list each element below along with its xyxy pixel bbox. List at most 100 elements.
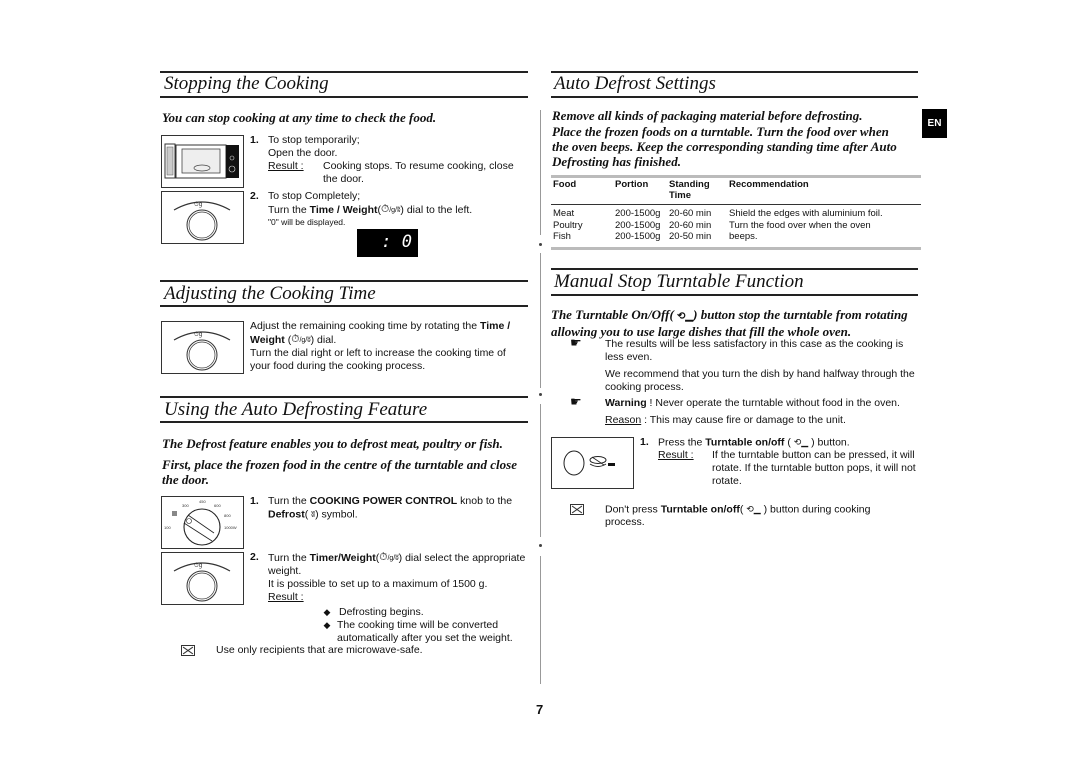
- divider-dot: [539, 393, 542, 396]
- microwave-icon: [164, 143, 239, 179]
- reason-text: : This may cause fire or damage to the u…: [641, 414, 846, 426]
- turntable-button-image: [551, 437, 634, 489]
- bullet-text: We recommend that you turn the dish by h…: [605, 368, 915, 393]
- cell: Poultry: [553, 219, 583, 231]
- reason-label: Reason: [605, 414, 642, 426]
- divider-dot: [539, 544, 542, 547]
- manual-stop-step-1: 1. Press the Turntable on/off ( ⟲▁ ) butt…: [640, 436, 916, 488]
- section-title-adjusting: Adjusting the Cooking Time: [164, 283, 376, 304]
- stopping-step-1: 1. To stop temporarily; Open the door. Re…: [250, 134, 530, 186]
- timer-weight-icon: ⏱/g/ʬ: [291, 333, 311, 345]
- step-text: Turn the: [268, 495, 310, 507]
- stopping-step-2: 2. To stop Completely; Turn the Time / We…: [250, 190, 530, 228]
- section-title-manual-stop: Manual Stop Turntable Function: [554, 271, 804, 292]
- cell: 20-60 min: [669, 219, 712, 231]
- step-text: ) dial to the left.: [400, 203, 473, 216]
- timer-weight-icon: ⏱/g/ʬ: [379, 551, 399, 563]
- manual-stop-intro: The Turntable On/Off( ⟲▁) button stop th…: [551, 307, 919, 339]
- defrost-label: Defrost: [268, 508, 305, 521]
- display-value: : 0: [381, 232, 412, 252]
- section-title-stopping: Stopping the Cooking: [164, 73, 329, 94]
- result-text: Cooking stops. To resume cooking, close …: [323, 160, 514, 185]
- digital-display: : 0: [357, 229, 418, 257]
- step-text: ) symbol.: [315, 508, 358, 521]
- step-text: To stop temporarily;: [268, 134, 360, 146]
- defrost-settings-intro-2: Place the frozen foods on a turntable. T…: [552, 124, 897, 169]
- time-weight-dial-image: ⏱g: [161, 321, 244, 374]
- adjusting-text: Adjust the remaining cooking time by rot…: [250, 320, 528, 373]
- result-bullet: ◆ Defrosting begins.: [250, 606, 532, 619]
- power-knob-icon: 100 300 450 600 800 1000W: [164, 499, 237, 546]
- control-name: Time / Weight: [309, 203, 378, 216]
- svg-text:450: 450: [199, 499, 206, 504]
- diamond-bullet-icon: ◆: [323, 620, 331, 630]
- bullet-text: The cooking time will be converted autom…: [337, 619, 513, 644]
- manual-stop-bullet-1: The results will be less satisfactory in…: [605, 338, 917, 394]
- auto-defrost-note: Use only recipients that are microwave-s…: [216, 644, 423, 656]
- defrost-settings-intro-1: Remove all kinds of packaging material b…: [552, 108, 863, 123]
- step-text: It is possible to set up to a maximum of…: [268, 578, 488, 590]
- step-text: ) button.: [811, 436, 850, 449]
- result-label: Result :: [658, 449, 694, 462]
- section-rule-bottom: [160, 421, 528, 423]
- cell: 20-50 min: [669, 231, 712, 242]
- bullet-text: ! Never operate the turntable without fo…: [646, 397, 900, 409]
- step-text: Turn the: [268, 203, 310, 216]
- turntable-button-icon: [563, 450, 615, 476]
- table-header-row: Food Portion Standing Time Recommendatio…: [551, 176, 921, 205]
- note-icon: [570, 504, 584, 515]
- cell: Fish: [553, 231, 571, 242]
- svg-text:⏱g: ⏱g: [194, 201, 203, 208]
- cell: 200-1500g: [615, 219, 661, 231]
- step-text: To stop Completely;: [268, 190, 361, 202]
- result-bullet: ◆ The cooking time will be converted auto…: [250, 619, 532, 645]
- control-name: Turntable on/off: [705, 436, 785, 449]
- result-text: If the turntable button can be pressed, …: [712, 449, 916, 488]
- step-number: 1.: [250, 495, 259, 507]
- microwave-open-door-image: [161, 135, 244, 188]
- bullet-text: Defrosting begins.: [339, 606, 424, 618]
- column-divider: [540, 556, 541, 684]
- table-row: Fish 200-1500g 20-50 min beeps.: [551, 231, 921, 248]
- turntable-icon: ⟲▁: [793, 437, 809, 447]
- svg-text:100: 100: [164, 525, 171, 530]
- cell: 200-1500g: [615, 231, 661, 242]
- svg-text:⏱g: ⏱g: [194, 562, 203, 569]
- language-tab-en: EN: [922, 109, 947, 138]
- pointing-hand-icon: ☛: [570, 335, 582, 350]
- step-text: Turn the: [268, 551, 310, 564]
- note-text: Don't press: [605, 503, 661, 516]
- svg-text:⏱g: ⏱g: [194, 331, 203, 338]
- svg-text:600: 600: [214, 503, 221, 508]
- step-number: 2.: [250, 551, 259, 563]
- cell: Turn the food over when the oven: [729, 219, 871, 231]
- step-text: knob to the: [457, 495, 513, 507]
- result-label: Result :: [268, 591, 304, 603]
- warning-label: Warning: [605, 397, 647, 409]
- dial-icon: ⏱g: [173, 331, 231, 371]
- step-number: 1.: [250, 134, 259, 146]
- svg-text:1000W: 1000W: [224, 525, 237, 530]
- cell: 20-60 min: [669, 208, 712, 219]
- section-rule-bottom: [160, 96, 528, 98]
- column-header: Portion: [615, 179, 649, 190]
- column-header: Food: [553, 179, 577, 190]
- column-divider: [540, 253, 541, 388]
- manual-stop-bullet-2: Warning ! Never operate the turntable wi…: [605, 397, 917, 427]
- display-note: "0" will be displayed.: [268, 217, 346, 227]
- column-header: Standing Time: [669, 179, 710, 201]
- step-number: 2.: [250, 190, 259, 202]
- control-name: Timer/Weight: [309, 551, 376, 564]
- manual-stop-note: Don't press Turntable on/off( ⟲▁ ) butto…: [605, 503, 871, 529]
- result-label: Result :: [268, 160, 304, 172]
- intro-text: The Turntable On/Off(: [551, 307, 674, 322]
- power-control-knob-image: 100 300 450 600 800 1000W: [161, 496, 244, 549]
- section-rule-top: [160, 280, 528, 282]
- control-name: COOKING POWER CONTROL: [309, 495, 458, 507]
- diamond-bullet-icon: ◆: [323, 607, 331, 617]
- page-number: 7: [536, 702, 544, 717]
- text: Adjust the remaining cooking time by rot…: [250, 320, 480, 332]
- auto-defrost-intro-1: The Defrost feature enables you to defro…: [162, 436, 503, 451]
- note-icon: [181, 645, 195, 656]
- cell: Shield the edges with aluminium foil.: [729, 208, 883, 219]
